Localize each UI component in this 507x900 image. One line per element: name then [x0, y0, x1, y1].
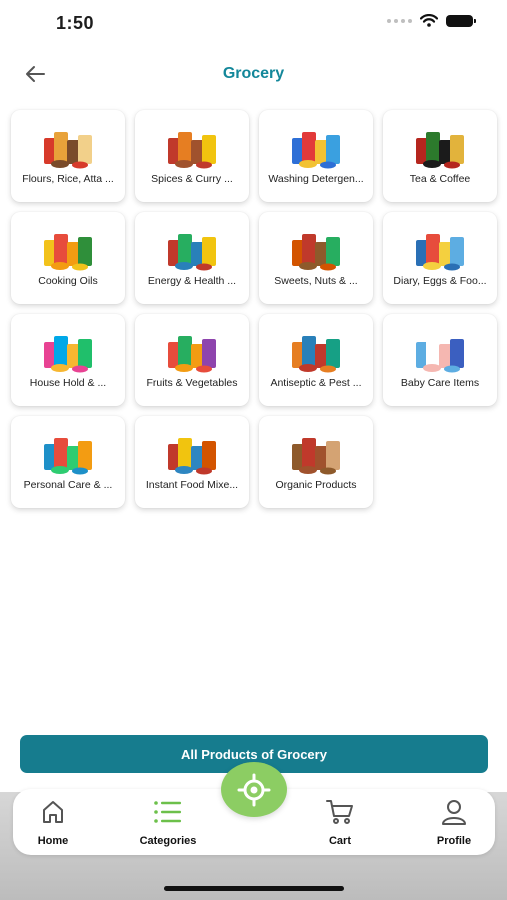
location-button[interactable]	[221, 762, 287, 817]
category-product-image	[168, 336, 216, 373]
category-product-image	[292, 132, 340, 169]
page-title: Grocery	[222, 65, 285, 82]
category-label: Baby Care Items	[400, 377, 480, 389]
nav-home-label: Home	[37, 835, 69, 847]
category-product-image	[416, 132, 464, 169]
category-grid: Flours, Rice, Atta ... Spices & Curry ...…	[11, 110, 497, 508]
category-label: Tea & Coffee	[409, 173, 471, 185]
category-card[interactable]: Energy & Health ...	[135, 212, 249, 304]
category-label: Personal Care & ...	[23, 479, 113, 491]
category-label: Organic Products	[275, 479, 357, 491]
category-label: Flours, Rice, Atta ...	[22, 173, 114, 185]
list-icon	[153, 797, 183, 827]
category-card[interactable]: Fruits & Vegetables	[135, 314, 249, 406]
category-card[interactable]: Spices & Curry ...	[135, 110, 249, 202]
category-card[interactable]: Diary, Eggs & Foo...	[383, 212, 497, 304]
category-product-image	[292, 234, 340, 271]
category-product-image	[168, 234, 216, 271]
cellular-signal-icon	[387, 18, 412, 23]
category-product-image	[292, 336, 340, 373]
battery-icon	[446, 14, 476, 27]
category-product-image	[168, 438, 216, 475]
category-product-image	[44, 234, 92, 271]
category-card[interactable]: Baby Care Items	[383, 314, 497, 406]
header: Grocery	[0, 52, 507, 96]
nav-cart[interactable]: Cart	[295, 797, 385, 853]
home-indicator	[164, 886, 344, 891]
category-card[interactable]: Washing Detergen...	[259, 110, 373, 202]
category-card[interactable]: Tea & Coffee	[383, 110, 497, 202]
nav-categories[interactable]: Categories	[123, 797, 213, 853]
category-product-image	[416, 336, 464, 373]
category-product-image	[44, 336, 92, 373]
nav-profile-label: Profile	[436, 835, 472, 847]
nav-categories-label: Categories	[139, 835, 197, 847]
nav-cart-label: Cart	[328, 835, 351, 847]
category-label: Diary, Eggs & Foo...	[393, 275, 487, 287]
category-label: Spices & Curry ...	[151, 173, 233, 185]
category-product-image	[44, 132, 92, 169]
category-label: Antiseptic & Pest ...	[270, 377, 362, 389]
status-time: 1:50	[56, 13, 95, 33]
category-product-image	[292, 438, 340, 475]
category-card[interactable]: House Hold & ...	[11, 314, 125, 406]
category-label: Fruits & Vegetables	[146, 377, 238, 389]
category-label: Cooking Oils	[38, 275, 98, 287]
category-label: Energy & Health ...	[147, 275, 237, 287]
category-card[interactable]: Antiseptic & Pest ...	[259, 314, 373, 406]
category-label: Instant Food Mixe...	[145, 479, 239, 491]
category-product-image	[44, 438, 92, 475]
wifi-icon	[420, 14, 438, 27]
category-card[interactable]: Instant Food Mixe...	[135, 416, 249, 508]
nav-home[interactable]: Home	[8, 797, 98, 853]
status-icons	[387, 14, 476, 27]
category-card[interactable]: Personal Care & ...	[11, 416, 125, 508]
category-label: Washing Detergen...	[268, 173, 364, 185]
category-card[interactable]: Cooking Oils	[11, 212, 125, 304]
cart-icon	[325, 797, 355, 827]
category-product-image	[168, 132, 216, 169]
category-card[interactable]: Sweets, Nuts & ...	[259, 212, 373, 304]
category-card[interactable]: Organic Products	[259, 416, 373, 508]
category-product-image	[416, 234, 464, 271]
profile-icon	[439, 797, 469, 827]
nav-profile[interactable]: Profile	[409, 797, 499, 853]
category-label: House Hold & ...	[29, 377, 107, 389]
category-card[interactable]: Flours, Rice, Atta ...	[11, 110, 125, 202]
location-target-icon	[237, 773, 271, 806]
status-bar: 1:50	[0, 0, 507, 50]
home-icon	[38, 797, 68, 827]
category-label: Sweets, Nuts & ...	[274, 275, 358, 287]
